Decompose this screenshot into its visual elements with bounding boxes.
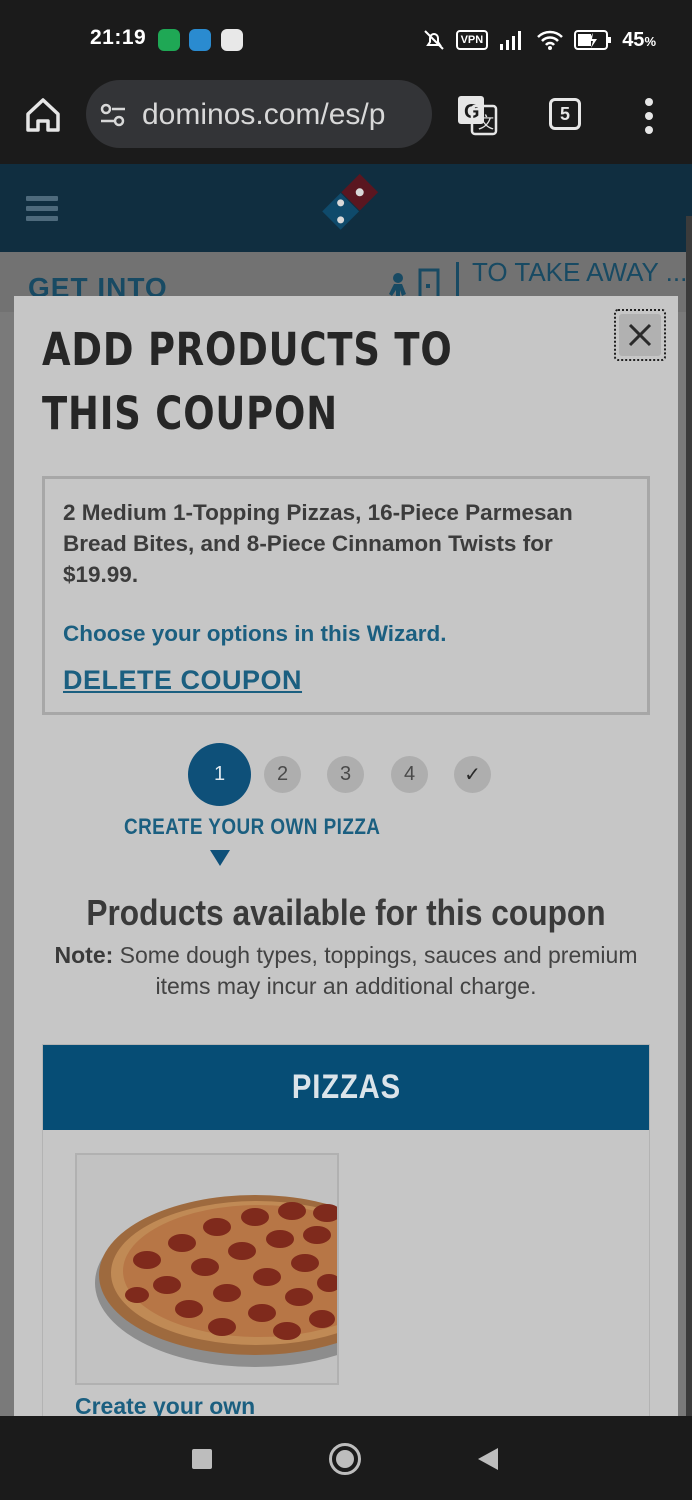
more-options-icon[interactable] — [634, 94, 664, 138]
coupon-summary: 2 Medium 1-Topping Pizzas, 16-Piece Parm… — [42, 476, 650, 715]
bell-muted-icon — [423, 30, 444, 50]
translate-icon[interactable]: G文 — [456, 94, 498, 136]
note-label: Note: — [54, 942, 114, 968]
app-notification-icon — [221, 29, 243, 51]
note-text: Note: Some dough types, toppings, sauces… — [36, 940, 656, 1002]
pizza-image — [95, 1195, 337, 1367]
delete-coupon-link[interactable]: DELETE COUPON — [63, 665, 302, 696]
pizzas-section: PIZZAS Create your own — [42, 1044, 650, 1416]
telegram-icon — [189, 29, 211, 51]
coupon-description: 2 Medium 1-Topping Pizzas, 16-Piece Parm… — [63, 500, 573, 587]
note-body: Some dough types, toppings, sauces and p… — [113, 942, 638, 999]
battery-percent: 45% — [622, 28, 656, 51]
wizard-step-4[interactable]: 4 — [391, 756, 428, 793]
back-icon[interactable] — [478, 1448, 498, 1470]
subnav-divider — [456, 262, 459, 300]
products-heading: Products available for this coupon — [86, 892, 606, 933]
system-navigation-bar — [0, 1416, 692, 1500]
battery-icon — [574, 30, 612, 50]
wizard-instruction: Choose your options in this Wizard. — [63, 621, 447, 646]
product-card[interactable] — [75, 1153, 339, 1385]
wizard-step-1[interactable]: 1 — [188, 743, 251, 806]
recents-icon[interactable] — [192, 1449, 212, 1469]
browser-toolbar: dominos.com/es/p G文 5 — [0, 78, 692, 164]
product-name[interactable]: Create your own — [75, 1393, 255, 1416]
dominos-logo[interactable] — [312, 170, 382, 240]
signal-icon — [500, 31, 522, 50]
subnav-right-label[interactable]: TO TAKE AWAY ... — [472, 258, 687, 286]
wifi-icon — [537, 30, 564, 50]
wizard-step-2[interactable]: 2 — [264, 756, 301, 793]
page-scrollbar[interactable] — [686, 216, 692, 1416]
whatsapp-icon — [158, 29, 180, 51]
coupon-modal: ADD PRODUCTS TO THIS COUPON 2 Medium 1-T… — [14, 296, 678, 1416]
home-icon[interactable] — [22, 94, 64, 136]
vpn-badge: VPN — [455, 30, 489, 50]
site-header — [0, 164, 692, 252]
wizard-step-3[interactable]: 3 — [327, 756, 364, 793]
address-bar[interactable]: dominos.com/es/p — [86, 80, 432, 148]
status-indicators: VPN 45% — [422, 26, 656, 54]
svg-text:文: 文 — [478, 113, 494, 132]
url-text[interactable]: dominos.com/es/p — [142, 98, 385, 132]
active-step-label: CREATE YOUR OWN PIZZA — [124, 814, 381, 839]
status-bar: 21:19 VPN 45% — [0, 0, 692, 78]
status-time: 21:19 — [90, 26, 147, 49]
hamburger-menu-icon[interactable] — [26, 196, 58, 222]
step-caret-icon — [210, 850, 230, 866]
close-button[interactable] — [614, 309, 666, 361]
modal-title: ADD PRODUCTS TO THIS COUPON — [42, 323, 453, 440]
site-settings-icon[interactable] — [98, 100, 128, 130]
section-header: PIZZAS — [43, 1045, 649, 1130]
wizard-step-confirm[interactable]: ✓ — [454, 756, 491, 793]
home-circle-icon[interactable] — [329, 1443, 361, 1475]
close-icon — [628, 323, 652, 347]
tab-switcher-button[interactable]: 5 — [549, 98, 581, 130]
